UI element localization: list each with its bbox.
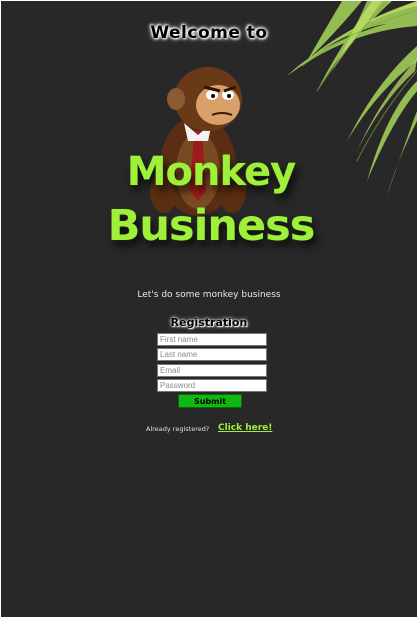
already-registered-text: Already registered? [146, 425, 210, 433]
password-field[interactable] [157, 379, 267, 392]
login-link[interactable]: Click here! [218, 423, 272, 433]
welcome-heading: Welcome to [150, 23, 268, 43]
logo: Monkey Business [106, 61, 316, 291]
logo-text-monkey: Monkey [126, 149, 297, 195]
logo-text-business: Business [107, 201, 316, 251]
last-name-field[interactable] [157, 348, 267, 361]
email-field[interactable] [157, 364, 267, 377]
submit-button[interactable]: Submit [178, 394, 242, 408]
monkey-mascot-icon [150, 67, 246, 216]
tagline: Let's do some monkey business [137, 290, 281, 300]
first-name-field[interactable] [157, 333, 267, 346]
registration-title: Registration [170, 316, 248, 329]
page-background: Welcome to Monkey Business Let's do some… [1, 1, 417, 617]
